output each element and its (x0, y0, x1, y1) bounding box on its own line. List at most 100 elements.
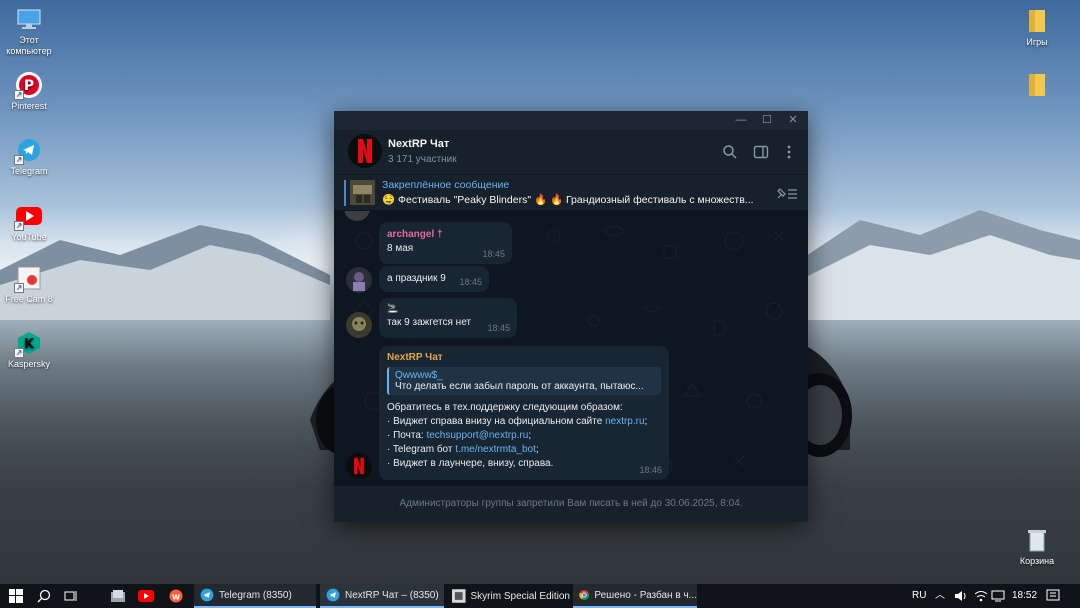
website-link[interactable]: nextrp.ru (605, 416, 644, 427)
bot-link[interactable]: t.me/nextrmta_bot (455, 444, 536, 455)
message-time: 18:45 (482, 249, 505, 259)
chat-member-count: 3 171 участник (388, 154, 457, 165)
chat-avatar[interactable] (348, 134, 382, 168)
shortcut-arrow-icon: ↗ (14, 90, 24, 100)
line-text: · Telegram бот (387, 444, 456, 455)
telegram-icon (326, 588, 340, 602)
line-tail: ; (644, 416, 648, 427)
email-link[interactable]: techsupport@nextrp.ru (426, 430, 528, 441)
desktop-icon-label: Этот компьютер (6, 35, 52, 56)
desktop-icon-label: Игры (1026, 37, 1048, 47)
desktop-icon-kaspersky[interactable]: K ↗ Kaspersky (0, 330, 61, 370)
line-tail: ; (528, 430, 532, 441)
shortcut-arrow-icon: ↗ (14, 283, 24, 293)
message-line: · Telegram бот t.me/nextrmta_bot; (387, 443, 661, 457)
message-time: 18:45 (459, 277, 482, 287)
telegram-icon: ↗ (14, 137, 42, 165)
message-author[interactable]: archangel † (387, 229, 504, 240)
sidebar-toggle-icon[interactable] (753, 144, 769, 160)
pinned-title: Закреплённое сообщение (382, 179, 510, 191)
minimize-button[interactable]: — (728, 111, 754, 130)
skyrim-icon (452, 589, 466, 603)
close-button[interactable]: ✕ (780, 111, 806, 130)
desktop-icon-label: YouTube (11, 232, 47, 242)
message-bubble[interactable]: а праздник 9 18:45 (379, 266, 489, 292)
pinned-accent-bar (344, 180, 346, 206)
restriction-notice: Администраторы группы запретили Вам писа… (334, 486, 808, 522)
pinned-app-button[interactable] (106, 584, 130, 608)
chrome-icon (579, 590, 590, 600)
start-button[interactable] (0, 584, 32, 608)
reply-author: Qwwww$_ (395, 370, 443, 381)
pinned-message-bar[interactable]: Закреплённое сообщение 🤤 Фестиваль "Peak… (334, 175, 808, 211)
pinned-text: 🤤 Фестиваль "Peaky Blinders" 🔥 🔥 Грандио… (382, 194, 754, 206)
desktop-icon-games-folder[interactable]: Игры (1005, 8, 1069, 48)
message-list[interactable]: archangel † 8 мая 18:45 а праздник 9 18:… (334, 211, 808, 486)
taskbar-app-telegram[interactable]: Telegram (8350) (194, 584, 316, 608)
user-avatar[interactable] (346, 312, 372, 338)
desktop-icon-freecam[interactable]: ↗ Free Cam 8 (0, 265, 61, 305)
reply-text: Что делать если забыл пароль от аккаунта… (395, 381, 644, 392)
message-author[interactable]: NextRP Чат (387, 352, 661, 363)
windows-icon (9, 589, 23, 603)
taskbar-app-nextrp-chat[interactable]: NextRP Чат – (8350) (320, 584, 444, 608)
computer-icon (16, 6, 42, 32)
message-emoji: 🚬 (387, 303, 399, 313)
volume-icon[interactable] (954, 590, 968, 602)
desktop-icon-youtube[interactable]: ↗ YouTube (0, 203, 61, 243)
message-line: · Почта: techsupport@nextrp.ru; (387, 429, 661, 443)
wifi-icon[interactable] (974, 590, 988, 602)
message-bubble[interactable]: NextRP Чат Qwwww$_ Что делать если забыл… (379, 346, 669, 480)
folder-icon (1024, 72, 1050, 98)
shortcut-arrow-icon: ↗ (14, 155, 24, 165)
taskbar-app-skyrim[interactable]: Skyrim Special Edition (446, 584, 570, 608)
desktop-icon-folder[interactable] (1005, 72, 1069, 101)
taskbar-app-label: Решено - Разбан в ч... (594, 589, 697, 601)
chat-title: NextRP Чат (388, 138, 450, 150)
message-bubble[interactable]: 🚬 так 9 зажгется нет 18:45 (379, 298, 517, 338)
language-indicator[interactable]: RU (912, 584, 926, 608)
desktop-icon-label: Kaspersky (7, 359, 51, 369)
youtube-icon (138, 590, 154, 602)
taskbar-app-label: NextRP Чат – (8350) (345, 589, 439, 601)
file-manager-icon (111, 590, 125, 602)
reply-quote[interactable]: Qwwww$_ Что делать если забыл пароль от … (387, 367, 661, 395)
user-avatar[interactable] (346, 267, 372, 293)
desktop-icon-telegram[interactable]: ↗ Telegram (0, 137, 61, 177)
pinterest-icon: P ↗ (14, 72, 42, 100)
search-button[interactable] (32, 584, 56, 608)
taskbar-app-label: Skyrim Special Edition (470, 590, 570, 602)
youtube-icon: ↗ (14, 203, 42, 231)
taskbar-app-chrome[interactable]: Решено - Разбан в ч... (573, 584, 697, 608)
message-time: 18:45 (487, 323, 510, 333)
task-view-button[interactable] (58, 584, 84, 608)
message-line: · Виджет справа внизу на официальном сай… (387, 415, 661, 429)
more-menu-icon[interactable] (781, 144, 797, 160)
pinned-thumbnail (350, 180, 375, 205)
desktop-icon-recycle-bin[interactable]: Корзина (1005, 527, 1069, 567)
line-text: · Почта: (387, 430, 427, 441)
window-titlebar[interactable]: — ☐ ✕ (334, 111, 808, 130)
desktop-icon-pinterest[interactable]: P ↗ Pinterest (0, 72, 61, 112)
browser-icon: w (169, 589, 183, 603)
pinned-app-button[interactable]: w (164, 584, 188, 608)
desktop-icon-label: Telegram (10, 166, 48, 176)
chat-header[interactable]: NextRP Чат 3 171 участник (334, 130, 808, 175)
telegram-window: — ☐ ✕ NextRP Чат 3 171 участник Закреплё… (334, 111, 808, 522)
recycle-bin-icon (1024, 527, 1050, 553)
network-icon[interactable] (991, 590, 1005, 602)
pinned-app-button[interactable] (134, 584, 158, 608)
clock[interactable]: 18:52 (1012, 584, 1037, 608)
message-time: 18:46 (639, 465, 662, 475)
desktop-icon-this-pc[interactable]: Этот компьютер (0, 6, 61, 57)
maximize-button[interactable]: ☐ (754, 111, 780, 130)
pinned-list-icon[interactable] (776, 186, 798, 200)
tray-overflow-icon[interactable]: ︿ (935, 584, 945, 608)
search-icon[interactable] (722, 144, 738, 160)
chat-avatar[interactable] (346, 453, 372, 479)
message-line: · Виджет в лаунчере, внизу, справа. (387, 458, 554, 469)
task-view-icon (64, 591, 77, 601)
line-tail: ; (535, 444, 539, 455)
notifications-icon[interactable] (1046, 589, 1060, 603)
message-bubble[interactable]: archangel † 8 мая 18:45 (379, 222, 512, 264)
